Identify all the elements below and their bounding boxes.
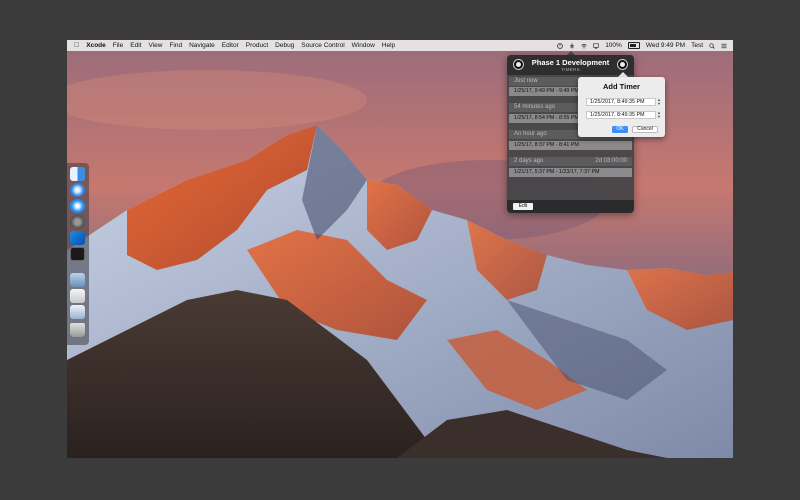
sync-icon[interactable] bbox=[569, 43, 575, 49]
project-title: Phase 1 Development bbox=[531, 58, 610, 67]
stepper-down-icon[interactable]: ▼ bbox=[657, 115, 661, 119]
menu-view[interactable]: View bbox=[148, 40, 162, 51]
dock bbox=[67, 163, 89, 345]
menu-window[interactable]: Window bbox=[352, 40, 375, 51]
finder-icon[interactable] bbox=[70, 167, 85, 181]
airplay-icon[interactable] bbox=[593, 43, 599, 49]
group-header: 2 days ago 2d 03:00:00 bbox=[509, 157, 632, 166]
spotlight-search-icon[interactable] bbox=[709, 42, 715, 49]
apple-logo-icon[interactable]:  bbox=[74, 40, 79, 51]
add-timer-popover: Add Timer 1/25/2017, 8:49:35 PM ▲ ▼ 1/25… bbox=[578, 77, 665, 137]
battery-icon[interactable] bbox=[627, 42, 640, 49]
start-date-picker[interactable]: 1/25/2017, 8:49:35 PM bbox=[586, 98, 656, 106]
desktop-screen:  Xcode File Edit View Find Navigate Edi… bbox=[67, 40, 733, 458]
ok-button[interactable]: OK bbox=[612, 126, 628, 133]
system-preferences-icon[interactable] bbox=[70, 215, 85, 229]
document-icon[interactable] bbox=[70, 289, 85, 303]
notification-center-icon[interactable] bbox=[721, 43, 727, 49]
timer-entry-row[interactable]: 1/21/17, 5:37 PM - 1/23/17, 7:37 PM bbox=[509, 168, 632, 177]
wifi-icon[interactable] bbox=[581, 43, 587, 49]
xcode-icon[interactable] bbox=[70, 231, 85, 245]
downloads-stack-icon[interactable] bbox=[70, 305, 85, 319]
popover-header: Phase 1 Development TIMERS bbox=[507, 55, 634, 75]
safari-icon[interactable] bbox=[70, 183, 85, 197]
menu-editor[interactable]: Editor bbox=[222, 40, 239, 51]
terminal-icon[interactable] bbox=[70, 247, 85, 261]
menu-find[interactable]: Find bbox=[169, 40, 182, 51]
edit-button[interactable]: Edit bbox=[513, 203, 533, 210]
battery-percent: 100% bbox=[605, 42, 622, 49]
timer-status-icon[interactable] bbox=[557, 42, 563, 49]
menu-product[interactable]: Product bbox=[246, 40, 268, 51]
app-store-icon[interactable] bbox=[70, 199, 85, 213]
user-name[interactable]: Test bbox=[691, 40, 703, 51]
timer-entry-row[interactable]: 1/25/17, 8:37 PM - 8:41 PM bbox=[509, 141, 632, 150]
cancel-button[interactable]: Cancel bbox=[632, 126, 658, 133]
menu-bar:  Xcode File Edit View Find Navigate Edi… bbox=[67, 40, 733, 51]
end-date-picker[interactable]: 1/25/2017, 8:49:35 PM bbox=[586, 111, 656, 119]
menu-navigate[interactable]: Navigate bbox=[189, 40, 215, 51]
menu-edit[interactable]: Edit bbox=[130, 40, 141, 51]
menu-app-name[interactable]: Xcode bbox=[86, 40, 106, 51]
popover-footer: Edit bbox=[507, 200, 634, 213]
menu-file[interactable]: File bbox=[113, 40, 123, 51]
group-duration: 2d 03:00:00 bbox=[595, 158, 627, 164]
end-date-stepper[interactable]: ▲ ▼ bbox=[657, 111, 661, 119]
menu-help[interactable]: Help bbox=[382, 40, 395, 51]
trash-icon[interactable] bbox=[70, 323, 85, 337]
start-date-stepper[interactable]: ▲ ▼ bbox=[657, 98, 661, 106]
stepper-down-icon[interactable]: ▼ bbox=[657, 102, 661, 106]
photos-folder-icon[interactable] bbox=[70, 273, 85, 287]
add-timer-title: Add Timer bbox=[603, 82, 640, 91]
menu-debug[interactable]: Debug bbox=[275, 40, 294, 51]
add-timer-icon[interactable] bbox=[617, 59, 628, 70]
project-subtitle: TIMERS bbox=[561, 67, 580, 72]
clock[interactable]: Wed 9:49 PM bbox=[646, 40, 685, 51]
menu-source-control[interactable]: Source Control bbox=[301, 40, 344, 51]
